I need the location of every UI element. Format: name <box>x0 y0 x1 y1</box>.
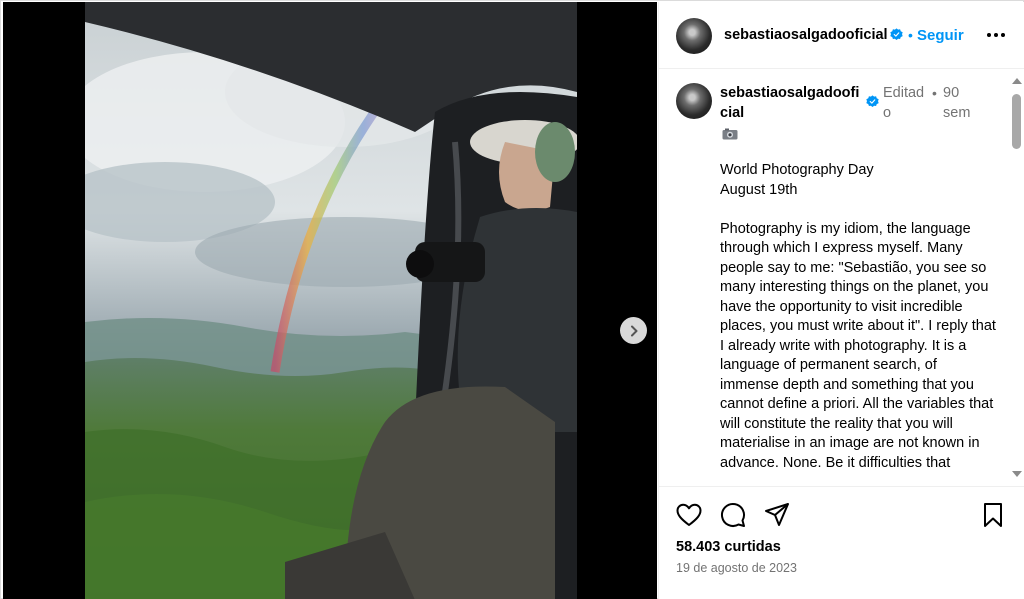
caption-timestamp[interactable]: 90 sem <box>943 83 983 123</box>
verified-badge-icon <box>866 95 879 108</box>
post-photo <box>85 2 577 599</box>
camera-emoji-icon <box>722 128 738 140</box>
save-button[interactable] <box>979 501 1007 529</box>
post-actions: 58.403 curtidas 19 de agosto de 2023 <box>659 486 1024 599</box>
caption-author-username[interactable]: sebastiaosalgadooficial <box>720 83 866 123</box>
paper-plane-icon <box>765 503 789 526</box>
scroll-down-arrow-icon[interactable] <box>1012 471 1022 477</box>
follow-button[interactable]: Seguir <box>917 27 964 44</box>
bookmark-icon <box>984 503 1002 527</box>
next-photo-button[interactable] <box>620 317 647 344</box>
post-caption: World Photography Day August 19th Photog… <box>720 162 996 471</box>
more-options-icon[interactable] <box>985 24 1007 46</box>
scroll-up-arrow-icon[interactable] <box>1012 78 1022 84</box>
caption-scrollbar[interactable] <box>1009 78 1023 482</box>
comments-scroll-area[interactable]: sebastiaosalgadooficial Editado • 90 sem… <box>659 70 1024 485</box>
post-date[interactable]: 19 de agosto de 2023 <box>676 561 797 575</box>
verified-badge-icon <box>890 28 903 41</box>
author-username[interactable]: sebastiaosalgadooficial <box>724 27 888 43</box>
like-button[interactable] <box>675 501 703 529</box>
comment-button[interactable] <box>719 501 747 529</box>
scrollbar-thumb[interactable] <box>1012 94 1021 149</box>
like-count[interactable]: 58.403 curtidas <box>676 539 781 555</box>
post-header: sebastiaosalgadooficial • Seguir <box>659 2 1024 69</box>
post-media <box>3 2 657 599</box>
chevron-right-icon <box>630 325 637 336</box>
caption-author-avatar[interactable] <box>676 83 712 119</box>
post-details-panel: sebastiaosalgadooficial • Seguir sebasti… <box>658 2 1024 599</box>
author-avatar[interactable] <box>676 18 712 54</box>
post-dialog: sebastiaosalgadooficial • Seguir sebasti… <box>0 0 1024 599</box>
share-button[interactable] <box>763 501 791 529</box>
header-separator: • <box>908 27 913 43</box>
caption-separator: • <box>932 85 937 101</box>
edited-label: Editado <box>883 85 925 121</box>
heart-icon <box>676 503 702 526</box>
comment-bubble-icon <box>721 503 745 527</box>
